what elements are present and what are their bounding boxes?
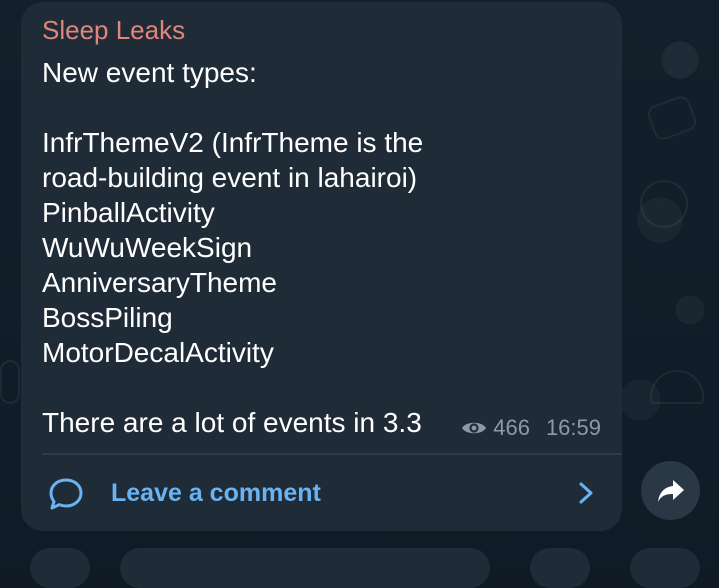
message-line: road-building event in lahairoi) — [42, 162, 418, 193]
background-doodle — [640, 180, 688, 228]
comment-bubble-icon — [49, 478, 83, 510]
eye-icon — [462, 422, 487, 434]
post-time: 16:59 — [545, 415, 601, 440]
bottom-partial-element — [630, 548, 700, 588]
share-arrow-icon — [657, 479, 684, 502]
message-line: BossPiling — [42, 302, 173, 333]
channel-post-bubble: Sleep Leaks New event types: InfrThemeV2… — [21, 2, 622, 531]
bottom-partial-element — [530, 548, 590, 588]
message-line — [42, 90, 602, 125]
message-line: WuWuWeekSign — [42, 232, 253, 263]
message-line: New event types: — [42, 57, 257, 88]
message-line: MotorDecalActivity — [42, 337, 274, 368]
leave-comment-button[interactable]: Leave a comment — [21, 455, 622, 531]
view-count: 466 — [493, 415, 530, 440]
channel-name[interactable]: Sleep Leaks — [42, 15, 185, 46]
message-line — [42, 370, 602, 405]
message-line: InfrThemeV2 (InfrTheme is the — [42, 127, 424, 158]
share-button[interactable] — [641, 461, 700, 520]
chevron-right-icon — [579, 482, 593, 504]
message-line: PinballActivity — [42, 197, 215, 228]
post-meta: 466 16:59 — [461, 415, 601, 441]
leave-comment-label: Leave a comment — [111, 479, 321, 507]
background-doodle — [650, 370, 704, 404]
message-text: New event types: InfrThemeV2 (InfrTheme … — [42, 55, 602, 440]
bottom-partial-element — [30, 548, 90, 588]
background-doodle — [0, 360, 20, 404]
bottom-partial-element — [120, 548, 490, 588]
message-line: AnniversaryTheme — [42, 267, 277, 298]
background-doodle — [645, 93, 699, 143]
